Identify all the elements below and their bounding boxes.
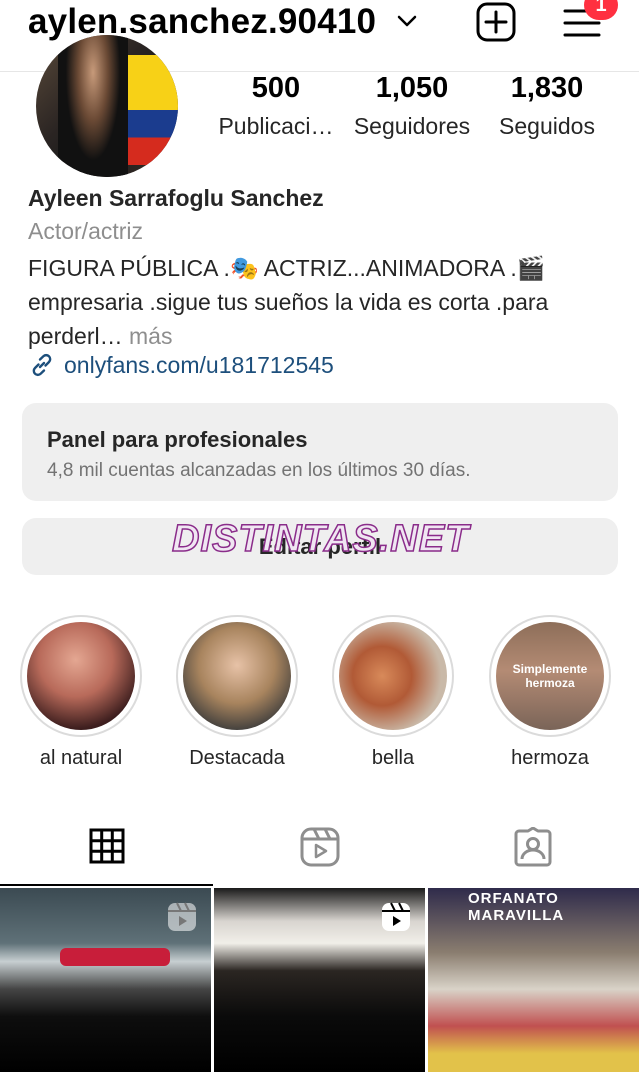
- post-image-detail: [60, 948, 170, 966]
- notification-badge: 1: [584, 0, 618, 20]
- stat-posts-label: Publicaci…: [218, 113, 334, 139]
- stat-posts-value: 500: [251, 72, 301, 104]
- tab-tagged[interactable]: [426, 808, 639, 886]
- post-thumbnail[interactable]: ORFANATO MARAVILLA: [428, 888, 639, 1072]
- profile-link[interactable]: onlyfans.com/u181712545: [28, 351, 334, 379]
- profile-avatar[interactable]: [36, 35, 178, 177]
- panel-title: Panel para profesionales: [47, 427, 308, 452]
- stat-followers[interactable]: 1,050 Seguidores: [348, 72, 476, 140]
- reel-icon: [382, 902, 410, 931]
- highlight-item[interactable]: Destacada: [176, 615, 298, 770]
- highlight-ring: Simplemente hermoza: [489, 615, 611, 737]
- highlight-label: al natural: [39, 747, 123, 769]
- grid-icon: [89, 828, 124, 864]
- bio-line-1: FIGURA PÚBLICA .🎭 ACTRIZ...ANIMADORA .🎬: [28, 255, 546, 281]
- post-thumbnail[interactable]: [214, 888, 425, 1072]
- chevron-down-icon[interactable]: [397, 14, 417, 28]
- highlight-thumbnail: [183, 622, 291, 730]
- profile-link-text: onlyfans.com/u181712545: [64, 351, 334, 378]
- stat-followers-value: 1,050: [375, 72, 449, 104]
- link-icon: [32, 353, 52, 377]
- profile-category: Actor/actriz: [28, 218, 144, 244]
- profile-tabs: [0, 808, 639, 886]
- highlight-item[interactable]: Simplemente hermoza hermoza: [489, 615, 611, 770]
- profile-bio: FIGURA PÚBLICA .🎭 ACTRIZ...ANIMADORA .🎬 …: [28, 251, 608, 353]
- stat-followers-label: Seguidores: [353, 113, 471, 139]
- avatar-person: [58, 35, 128, 177]
- profile-name: Ayleen Sarrafoglu Sanchez: [28, 185, 324, 211]
- bio-line-2: empresaria .sigue tus sueños la vida es …: [28, 289, 549, 315]
- highlight-thumbnail: Simplemente hermoza: [496, 622, 604, 730]
- post-image-text: ORFANATO MARAVILLA: [468, 890, 565, 924]
- highlight-label: Destacada: [189, 747, 285, 769]
- panel-subtitle: 4,8 mil cuentas alcanzadas en los último…: [47, 460, 471, 481]
- highlight-label: bella: [371, 747, 415, 769]
- stat-following-value: 1,830: [510, 72, 584, 104]
- stat-following[interactable]: 1,830 Seguidos: [490, 72, 604, 140]
- posts-grid: ORFANATO MARAVILLA: [0, 888, 639, 1072]
- highlight-image-text: Simplemente hermoza: [512, 662, 588, 690]
- stat-following-label: Seguidos: [499, 113, 595, 139]
- post-thumbnail[interactable]: [0, 888, 211, 1072]
- tagged-person-icon: [514, 827, 551, 867]
- watermark-text: DISTINTAS.NET: [171, 517, 470, 561]
- bio-line-3-text: perderl…: [28, 323, 123, 349]
- highlight-thumbnail: [27, 622, 135, 730]
- bio-more-link[interactable]: más: [123, 323, 172, 349]
- highlight-ring: [332, 615, 454, 737]
- new-post-icon[interactable]: [476, 2, 516, 42]
- highlight-item[interactable]: bella: [332, 615, 454, 770]
- highlight-ring: [20, 615, 142, 737]
- highlight-item[interactable]: al natural: [20, 615, 142, 770]
- reels-icon: [300, 827, 339, 867]
- tab-reels[interactable]: [213, 808, 426, 886]
- highlight-thumbnail: [339, 622, 447, 730]
- professional-dashboard[interactable]: Panel para profesionales 4,8 mil cuentas…: [22, 403, 618, 501]
- bio-line-3: perderl… más: [28, 319, 608, 353]
- highlight-ring: [176, 615, 298, 737]
- reel-icon: [168, 902, 196, 931]
- highlight-label: hermoza: [511, 747, 589, 769]
- stat-posts[interactable]: 500 Publicaci…: [214, 72, 338, 140]
- tab-posts-grid[interactable]: [0, 808, 213, 886]
